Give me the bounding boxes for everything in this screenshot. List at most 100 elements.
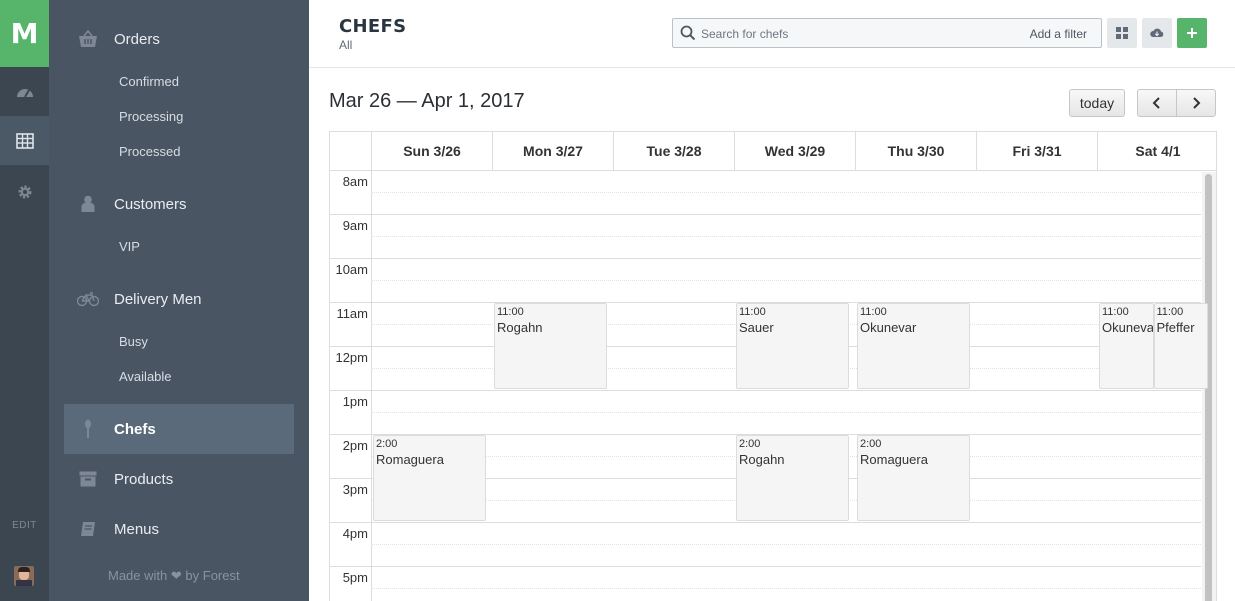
main-content: CHEFS All Search for chefs Add a filter … bbox=[309, 0, 1235, 601]
event-time: 2:00 bbox=[860, 438, 882, 450]
time-label: 10am bbox=[335, 262, 368, 277]
person-icon bbox=[77, 194, 99, 214]
calendar-event[interactable]: 11:00 Pfeffer bbox=[1153, 303, 1208, 389]
sidebar-item-processed[interactable]: Processed bbox=[119, 144, 180, 159]
calendar-event[interactable]: 2:00 Rogahn bbox=[736, 435, 849, 521]
sidebar-item-label: Delivery Men bbox=[114, 290, 202, 308]
hour-gridline bbox=[330, 214, 1201, 215]
event-chef-name: Okunevar bbox=[860, 320, 917, 335]
app-rail: M EDIT bbox=[0, 0, 49, 601]
calendar-event[interactable]: 2:00 Romaguera bbox=[857, 435, 970, 521]
time-label: 11am bbox=[336, 306, 368, 321]
sidebar-item-label: Customers bbox=[114, 195, 187, 213]
half-hour-gridline bbox=[371, 280, 1201, 281]
day-header: Mon 3/27 bbox=[492, 132, 613, 170]
event-time: 2:00 bbox=[376, 438, 398, 450]
hour-gridline bbox=[330, 390, 1201, 391]
time-label: 8am bbox=[342, 174, 368, 189]
event-time: 2:00 bbox=[739, 438, 761, 450]
download-button[interactable] bbox=[1142, 18, 1172, 48]
by-forest-text: by Forest bbox=[185, 568, 240, 583]
time-label: 12pm bbox=[335, 350, 368, 365]
today-button[interactable]: today bbox=[1069, 89, 1125, 117]
add-record-button[interactable] bbox=[1177, 18, 1207, 48]
prev-week-button[interactable] bbox=[1137, 89, 1177, 117]
bicycle-icon bbox=[77, 289, 99, 309]
chevron-left-icon bbox=[1152, 97, 1160, 109]
event-chef-name: Okunevar bbox=[1102, 320, 1154, 335]
hour-gridline bbox=[330, 566, 1201, 567]
event-chef-name: Sauer bbox=[739, 320, 774, 335]
event-time: 11:00 bbox=[739, 306, 766, 318]
edit-layout-link[interactable]: EDIT bbox=[0, 520, 49, 531]
sidebar-item-label: Chefs bbox=[114, 420, 156, 438]
box-icon bbox=[77, 469, 99, 489]
sidebar-item-label: Menus bbox=[114, 520, 160, 538]
sidebar-item-label: Orders bbox=[114, 30, 160, 48]
event-time: 11:00 bbox=[1102, 306, 1129, 318]
segment-label[interactable]: All bbox=[339, 38, 352, 52]
day-header: Sat 4/1 bbox=[1097, 132, 1216, 170]
calendar-event[interactable]: 11:00 Rogahn bbox=[494, 303, 607, 389]
dashboard-icon bbox=[16, 88, 33, 97]
data-rail-button[interactable] bbox=[0, 116, 49, 165]
add-filter-button[interactable]: Add a filter bbox=[1030, 27, 1087, 41]
day-header: Sun 3/26 bbox=[371, 132, 492, 170]
table-icon bbox=[15, 132, 34, 149]
dashboard-rail-button[interactable] bbox=[0, 67, 49, 116]
time-label: 5pm bbox=[342, 570, 368, 585]
event-time: 11:00 bbox=[497, 306, 524, 318]
search-input[interactable]: Search for chefs Add a filter bbox=[672, 18, 1102, 48]
sidebar-item-delivery-men[interactable]: Delivery Men bbox=[77, 289, 202, 309]
sidebar-item-confirmed[interactable]: Confirmed bbox=[119, 74, 179, 89]
gear-icon bbox=[18, 185, 31, 198]
plus-icon bbox=[1187, 28, 1197, 38]
basket-icon bbox=[77, 29, 99, 49]
sidebar-item-busy[interactable]: Busy bbox=[119, 334, 148, 349]
chevron-right-icon bbox=[1193, 97, 1201, 109]
search-icon bbox=[680, 25, 696, 41]
calendar-event[interactable]: 11:00 Okunevar bbox=[1099, 303, 1154, 389]
half-hour-gridline bbox=[371, 412, 1201, 413]
time-label: 2pm bbox=[342, 438, 368, 453]
user-avatar[interactable] bbox=[14, 566, 34, 586]
date-range-title: Mar 26 — Apr 1, 2017 bbox=[329, 90, 525, 112]
hour-gridline bbox=[330, 522, 1201, 523]
settings-rail-button[interactable] bbox=[0, 167, 49, 216]
header-divider bbox=[330, 170, 1216, 171]
calendar-event[interactable]: 2:00 Romaguera bbox=[373, 435, 486, 521]
sidebar-item-chefs[interactable]: Chefs bbox=[77, 419, 156, 439]
time-label: 9am bbox=[342, 218, 368, 233]
sidebar: Orders Confirmed Processing Processed Cu… bbox=[49, 0, 309, 601]
day-header: Fri 3/31 bbox=[976, 132, 1097, 170]
app-logo[interactable]: M bbox=[0, 0, 49, 67]
half-hour-gridline bbox=[371, 236, 1201, 237]
week-calendar: Sun 3/26 Mon 3/27 Tue 3/28 Wed 3/29 Thu 3/30… bbox=[329, 131, 1217, 601]
sidebar-item-products[interactable]: Products bbox=[77, 469, 173, 489]
time-label: 4pm bbox=[342, 526, 368, 541]
book-icon bbox=[77, 519, 99, 539]
day-header: Thu 3/30 bbox=[855, 132, 976, 170]
event-chef-name: Romaguera bbox=[376, 452, 444, 467]
grid-icon bbox=[1116, 27, 1128, 39]
calendar-event[interactable]: 11:00 Okunevar bbox=[857, 303, 970, 389]
next-week-button[interactable] bbox=[1176, 89, 1216, 117]
made-with-forest: Made with ❤ by Forest bbox=[108, 568, 240, 584]
calendar-event[interactable]: 11:00 Sauer bbox=[736, 303, 849, 389]
sidebar-item-menus[interactable]: Menus bbox=[77, 519, 159, 539]
event-time: 11:00 bbox=[860, 306, 887, 318]
made-with-text: Made with bbox=[108, 568, 168, 583]
sidebar-item-available[interactable]: Available bbox=[119, 369, 172, 384]
sidebar-item-processing[interactable]: Processing bbox=[119, 109, 183, 124]
sidebar-item-vip[interactable]: VIP bbox=[119, 239, 140, 254]
sidebar-item-orders[interactable]: Orders bbox=[77, 29, 160, 49]
cloud-download-icon bbox=[1150, 28, 1164, 37]
event-time: 11:00 bbox=[1156, 306, 1184, 318]
time-axis-divider bbox=[371, 170, 372, 601]
event-chef-name: Romaguera bbox=[860, 452, 928, 467]
sidebar-item-customers[interactable]: Customers bbox=[77, 194, 187, 214]
time-label: 1pm bbox=[342, 394, 368, 409]
grid-view-button[interactable] bbox=[1107, 18, 1137, 48]
sidebar-item-label: Products bbox=[114, 470, 174, 488]
time-label: 3pm bbox=[342, 482, 368, 497]
